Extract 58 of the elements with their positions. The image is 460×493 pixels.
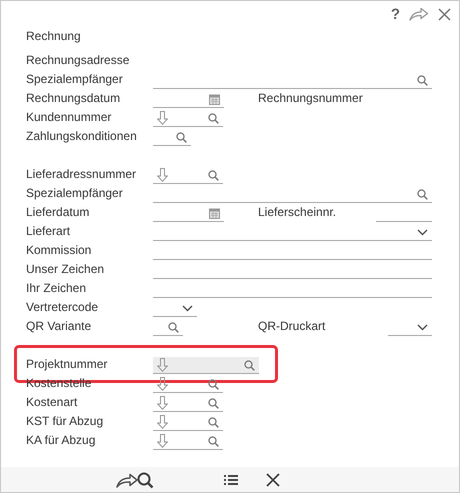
input-field[interactable] — [153, 414, 223, 431]
forward-search-button[interactable] — [116, 470, 154, 488]
field-label: Ihr Zeichen — [26, 280, 88, 297]
down-arrow-icon[interactable] — [157, 396, 168, 410]
field-label: Rechnungsnummer — [258, 90, 363, 107]
field-label: Rechnungsadresse — [26, 52, 130, 69]
input-field[interactable] — [153, 357, 259, 374]
field-label: QR Variante — [26, 318, 92, 335]
field-label: Lieferdatum — [26, 204, 90, 221]
field-label: Rechnungsdatum — [26, 90, 122, 107]
help-button[interactable]: ? — [390, 6, 400, 22]
calendar-icon[interactable] — [209, 208, 220, 218]
chevron-down-icon[interactable] — [182, 304, 193, 312]
forward-icon[interactable] — [409, 7, 429, 21]
field-label: Unser Zeichen — [26, 261, 106, 278]
field-label: Lieferscheinnr. — [258, 204, 336, 221]
field-label: QR-Druckart — [258, 318, 326, 335]
field-label: Zahlungskonditionen — [26, 128, 138, 145]
search-icon[interactable] — [244, 360, 255, 370]
down-arrow-icon[interactable] — [157, 377, 168, 391]
input-field[interactable] — [153, 167, 223, 184]
search-icon[interactable] — [208, 170, 219, 180]
search-icon[interactable] — [168, 322, 179, 332]
down-arrow-icon[interactable] — [157, 415, 168, 429]
chevron-down-icon[interactable] — [417, 228, 428, 236]
chevron-down-icon[interactable] — [417, 324, 428, 330]
search-icon[interactable] — [208, 398, 219, 408]
field-label: KST für Abzug — [26, 413, 104, 430]
search-icon[interactable] — [208, 112, 219, 124]
field-label: Kostenart — [26, 394, 78, 411]
input-field[interactable] — [153, 110, 223, 127]
down-arrow-icon[interactable] — [157, 358, 168, 372]
search-icon[interactable] — [208, 436, 219, 446]
field-label: Lieferart — [26, 223, 72, 240]
field-label: Spezialempfänger — [26, 185, 124, 202]
list-button[interactable] — [224, 474, 238, 486]
close-button[interactable] — [266, 472, 280, 486]
search-icon[interactable] — [176, 132, 187, 142]
field-label: Kommission — [26, 242, 92, 259]
field-label: Kundennummer — [26, 109, 112, 126]
search-icon[interactable] — [208, 378, 219, 390]
section-title: Rechnung — [25, 28, 82, 45]
down-arrow-icon[interactable] — [157, 111, 168, 125]
search-icon[interactable] — [417, 74, 428, 86]
field-label: KA für Abzug — [26, 432, 96, 449]
field-label: Vertretercode — [26, 299, 100, 316]
search-icon[interactable] — [208, 416, 219, 428]
field-label: Projektnummer — [26, 356, 108, 373]
down-arrow-icon[interactable] — [157, 434, 168, 448]
close-icon[interactable] — [438, 8, 451, 20]
input-field[interactable] — [153, 376, 223, 393]
down-arrow-icon[interactable] — [157, 168, 168, 182]
field-label: Spezialempfänger — [26, 71, 124, 88]
calendar-icon[interactable] — [209, 94, 220, 104]
input-field[interactable] — [153, 433, 223, 450]
search-icon[interactable] — [417, 188, 428, 200]
input-field[interactable] — [153, 395, 223, 412]
field-label: Lieferadressnummer — [26, 166, 138, 183]
